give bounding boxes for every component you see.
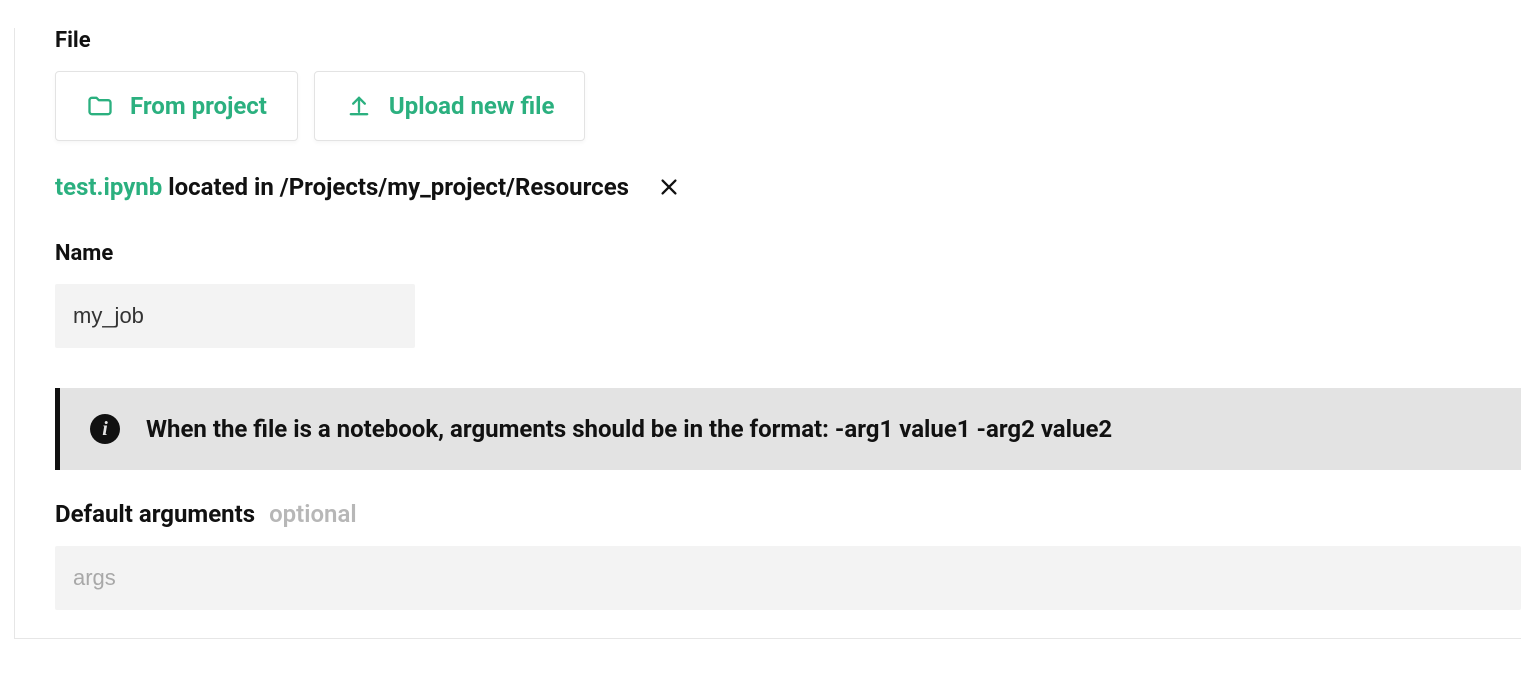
info-banner-message: When the file is a notebook, arguments s… [146, 415, 1112, 443]
optional-label: optional [269, 500, 357, 528]
info-banner: i When the file is a notebook, arguments… [55, 388, 1521, 470]
default-arguments-label-row: Default arguments optional [55, 500, 1521, 528]
form-panel: File From project Upload new file tes [14, 28, 1521, 639]
selected-file-location-text: located in /Projects/my_project/Resource… [168, 173, 629, 201]
upload-icon [345, 92, 373, 120]
file-section-label: File [55, 28, 1521, 53]
name-section-label: Name [55, 241, 1521, 266]
selected-file-line: test.ipynb located in /Projects/my_proje… [55, 173, 1521, 201]
folder-icon [86, 92, 114, 120]
name-input[interactable] [55, 284, 415, 348]
clear-file-button[interactable] [657, 175, 681, 199]
info-icon: i [90, 414, 120, 444]
default-arguments-input[interactable] [55, 546, 1521, 610]
selected-file-text: test.ipynb located in /Projects/my_proje… [55, 173, 629, 201]
upload-new-file-label: Upload new file [389, 92, 555, 120]
selected-file-name: test.ipynb [55, 173, 162, 201]
from-project-button[interactable]: From project [55, 71, 298, 141]
upload-new-file-button[interactable]: Upload new file [314, 71, 586, 141]
file-source-buttons: From project Upload new file [55, 71, 1521, 141]
from-project-label: From project [130, 92, 267, 120]
default-arguments-label: Default arguments [55, 500, 255, 528]
